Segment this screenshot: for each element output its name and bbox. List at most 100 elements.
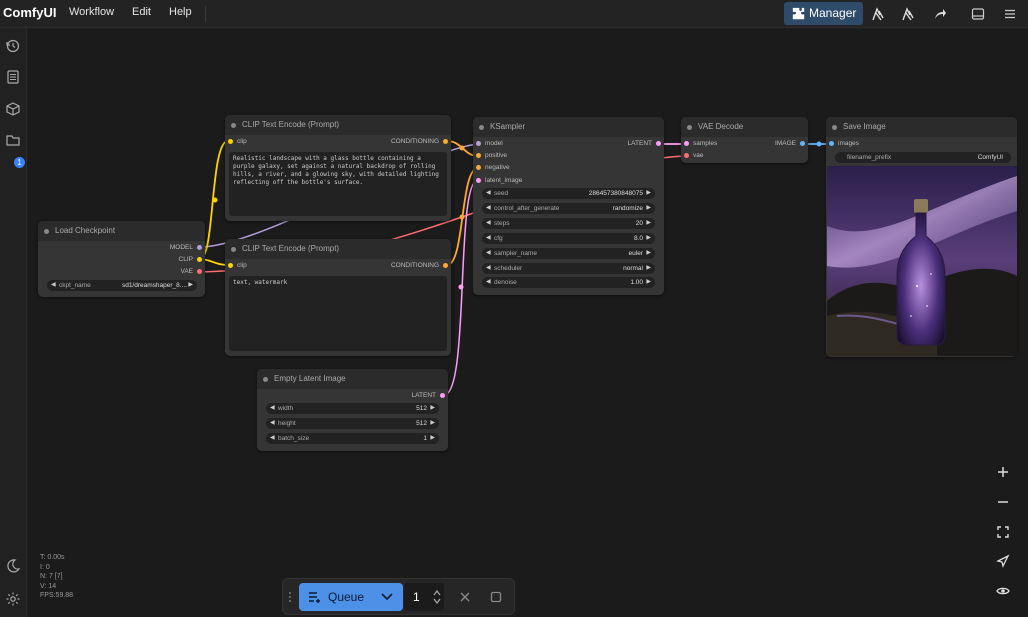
share-button[interactable] — [929, 3, 951, 24]
fit-view-button[interactable] — [988, 518, 1018, 546]
arrow-left-icon[interactable]: ◀ — [486, 233, 491, 244]
denoise-widget[interactable]: ◀ denoise 1.00 ▶ — [482, 277, 655, 288]
model-library-button[interactable] — [867, 3, 889, 24]
arrow-right-icon[interactable]: ▶ — [646, 248, 651, 259]
input-vae-dot[interactable] — [684, 153, 689, 158]
node-title[interactable]: KSampler — [473, 117, 664, 137]
control-after-generate-widget[interactable]: ◀ control_after_generate randomize ▶ — [482, 203, 655, 214]
arrow-right-icon[interactable]: ▶ — [646, 203, 651, 214]
input-model-dot[interactable] — [476, 141, 481, 146]
widget-label: width — [278, 405, 294, 412]
arrow-right-icon[interactable]: ▶ — [430, 433, 435, 444]
output-image-dot[interactable] — [800, 141, 805, 146]
sampler-name-widget[interactable]: ◀ sampler_name euler ▶ — [482, 248, 655, 259]
arrow-right-icon[interactable]: ▶ — [430, 418, 435, 429]
drag-handle-icon[interactable] — [287, 591, 293, 603]
output-vae-dot[interactable] — [197, 269, 202, 274]
output-conditioning-dot[interactable] — [443, 139, 448, 144]
widget-label: ckpt_name — [59, 282, 91, 289]
node-clip-text-encode-negative[interactable]: CLIP Text Encode (Prompt) clip CONDITION… — [225, 239, 451, 356]
arrow-left-icon[interactable]: ◀ — [270, 433, 275, 444]
arrow-right-icon[interactable]: ▶ — [646, 277, 651, 288]
arrow-right-icon[interactable]: ▶ — [430, 403, 435, 414]
height-widget[interactable]: ◀ height 512 ▶ — [266, 418, 439, 429]
prompt-textarea[interactable]: Realistic landscape with a glass bottle … — [229, 152, 447, 216]
batch-size-widget[interactable]: ◀ batch_size 1 ▶ — [266, 433, 439, 444]
node-title[interactable]: CLIP Text Encode (Prompt) — [225, 115, 451, 135]
node-clip-text-encode-positive[interactable]: CLIP Text Encode (Prompt) clip CONDITION… — [225, 115, 451, 221]
ckpt-name-widget[interactable]: ◀ ckpt_name sd1/dreamshaper_8.... ▶ — [47, 280, 197, 291]
arrow-left-icon[interactable]: ◀ — [270, 418, 275, 429]
batch-count-input[interactable]: 1 — [404, 583, 444, 611]
stepper-arrows-icon[interactable] — [433, 589, 441, 605]
chevron-down-icon[interactable] — [381, 593, 393, 601]
node-title[interactable]: Save Image — [826, 117, 1017, 137]
arrow-right-icon[interactable]: ▶ — [646, 188, 651, 199]
output-conditioning-dot[interactable] — [443, 263, 448, 268]
arrow-right-icon[interactable]: ▶ — [646, 233, 651, 244]
output-latent-dot[interactable] — [440, 393, 445, 398]
input-positive-dot[interactable] — [476, 153, 481, 158]
output-image-preview[interactable] — [827, 166, 1017, 356]
arrow-left-icon[interactable]: ◀ — [486, 263, 491, 274]
output-model-dot[interactable] — [197, 245, 202, 250]
model-manager-button[interactable] — [897, 3, 919, 24]
arrow-right-icon[interactable]: ▶ — [646, 218, 651, 229]
manager-button[interactable]: Manager — [784, 2, 863, 25]
arrow-right-icon[interactable]: ▶ — [646, 263, 651, 274]
seed-widget[interactable]: ◀ seed 286457380848075 ▶ — [482, 188, 655, 199]
arrow-left-icon[interactable]: ◀ — [486, 248, 491, 259]
workflows-icon[interactable] — [5, 132, 21, 148]
steps-widget[interactable]: ◀ steps 20 ▶ — [482, 218, 655, 229]
input-latent-image-dot[interactable] — [476, 178, 481, 183]
zoom-in-button[interactable] — [988, 458, 1018, 486]
menu-edit[interactable]: Edit — [132, 6, 151, 18]
arrow-left-icon[interactable]: ◀ — [51, 280, 56, 291]
arrow-left-icon[interactable]: ◀ — [486, 203, 491, 214]
input-images-dot[interactable] — [829, 141, 834, 146]
input-clip-dot[interactable] — [228, 263, 233, 268]
node-title[interactable]: Empty Latent Image — [257, 369, 448, 389]
toggle-panel-button[interactable] — [967, 3, 989, 24]
menu-workflow[interactable]: Workflow — [69, 6, 114, 18]
node-vae-decode[interactable]: VAE Decode samples vae IMAGE — [681, 117, 808, 163]
input-samples-dot[interactable] — [684, 141, 689, 146]
hamburger-menu-button[interactable] — [999, 3, 1021, 24]
gear-icon[interactable] — [5, 591, 21, 607]
node-title[interactable]: Load Checkpoint — [38, 221, 205, 241]
width-widget[interactable]: ◀ width 512 ▶ — [266, 403, 439, 414]
prompt-textarea[interactable]: text, watermark — [229, 276, 447, 351]
queue-list-icon[interactable] — [5, 69, 21, 85]
stat-time: T: 0.00s — [40, 554, 65, 561]
menu-help[interactable]: Help — [169, 6, 192, 18]
input-negative-dot[interactable] — [476, 165, 481, 170]
toggle-links-button[interactable] — [988, 577, 1018, 605]
node-save-image[interactable]: Save Image images filename_prefix ComfyU… — [826, 117, 1017, 357]
stat-i: I: 0 — [40, 563, 50, 571]
arrow-left-icon[interactable]: ◀ — [270, 403, 275, 414]
node-title[interactable]: VAE Decode — [681, 117, 808, 137]
arrow-left-icon[interactable]: ◀ — [486, 277, 491, 288]
stop-square-icon[interactable] — [490, 591, 502, 603]
moon-icon[interactable] — [5, 558, 21, 574]
node-empty-latent-image[interactable]: Empty Latent Image LATENT ◀ width 512 ▶ ◀ he… — [257, 369, 448, 451]
filename-prefix-widget[interactable]: filename_prefix ComfyUI — [835, 152, 1011, 163]
scheduler-widget[interactable]: ◀ scheduler normal ▶ — [482, 263, 655, 274]
select-mode-button[interactable] — [988, 547, 1018, 575]
node-load-checkpoint[interactable]: Load Checkpoint MODEL CLIP VAE ◀ ckpt_na… — [38, 221, 205, 297]
zoom-out-button[interactable] — [988, 488, 1018, 516]
output-latent-dot[interactable] — [656, 141, 661, 146]
close-icon[interactable] — [459, 591, 471, 603]
node-title[interactable]: CLIP Text Encode (Prompt) — [225, 239, 451, 259]
arrow-left-icon[interactable]: ◀ — [486, 188, 491, 199]
queue-button[interactable]: Queue — [299, 583, 403, 611]
history-icon[interactable] — [5, 38, 21, 54]
input-clip-dot[interactable] — [228, 139, 233, 144]
output-latent-label: LATENT — [627, 140, 652, 147]
node-ksampler[interactable]: KSampler model positive negative latent_… — [473, 117, 664, 295]
arrow-left-icon[interactable]: ◀ — [486, 218, 491, 229]
cube-icon[interactable] — [5, 101, 21, 117]
arrow-right-icon[interactable]: ▶ — [188, 280, 193, 291]
output-clip-dot[interactable] — [197, 257, 202, 262]
cfg-widget[interactable]: ◀ cfg 8.0 ▶ — [482, 233, 655, 244]
